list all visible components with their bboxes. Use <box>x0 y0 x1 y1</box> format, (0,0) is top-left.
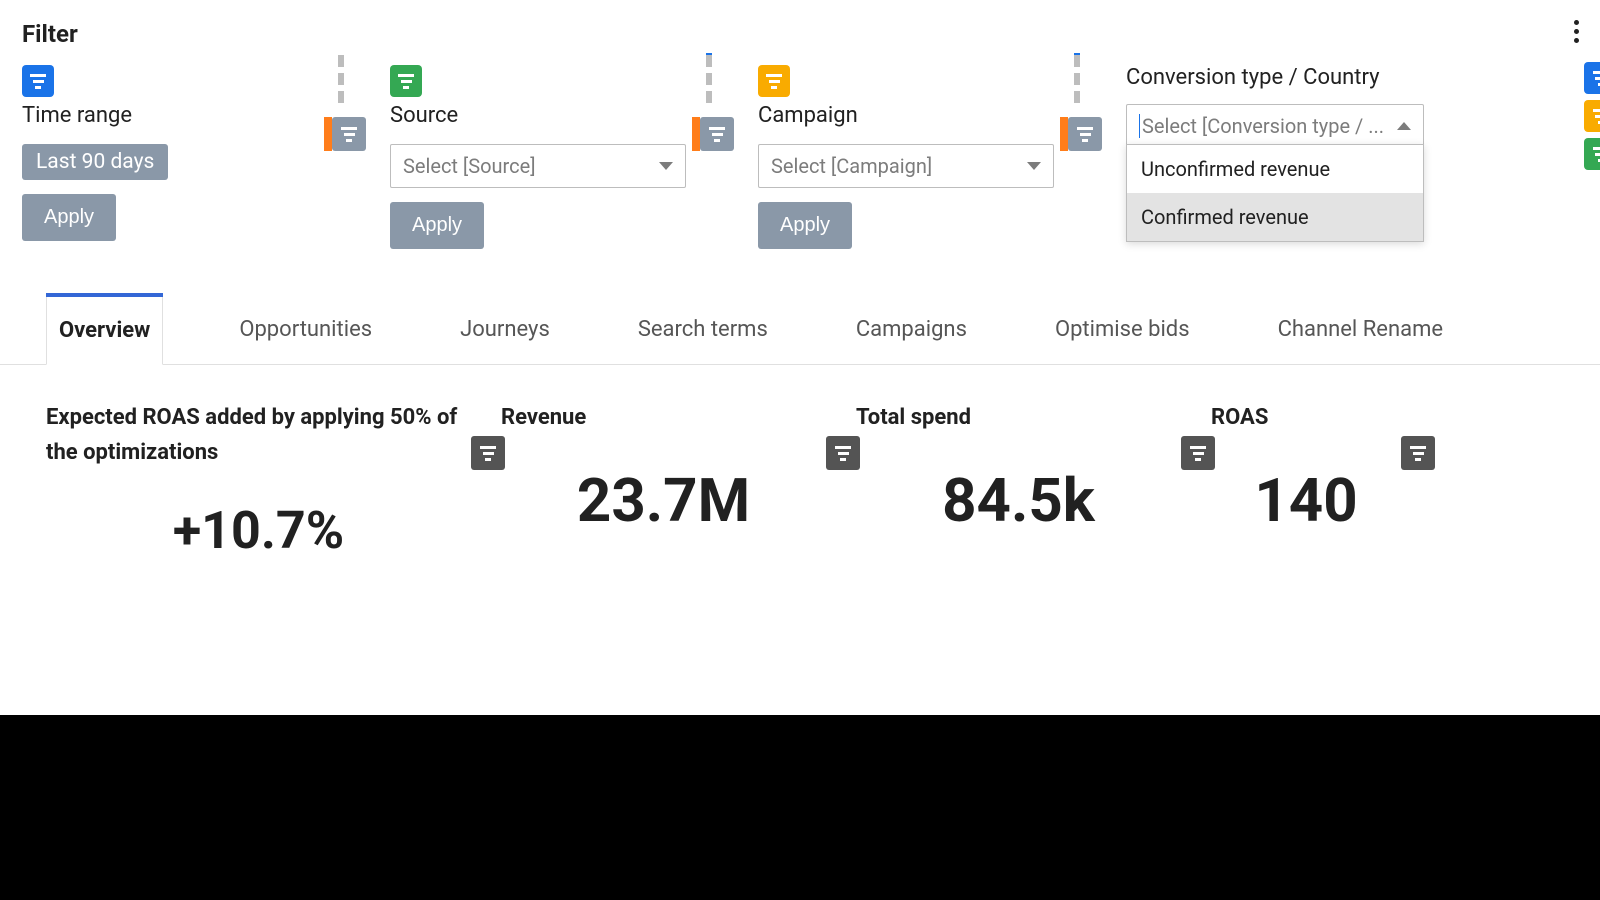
apply-button[interactable]: Apply <box>390 202 484 249</box>
kpi-total-spend: Total spend 84.5k <box>856 400 1211 561</box>
filter-time-range: Time range Last 90 days Apply <box>22 65 367 241</box>
kpi-title: ROAS <box>1211 400 1401 435</box>
tab-bar: Overview Opportunities Journeys Search t… <box>0 295 1600 365</box>
campaign-select[interactable]: Select [Campaign] <box>758 144 1054 188</box>
select-placeholder: Select [Campaign] <box>771 154 932 178</box>
tab-campaigns[interactable]: Campaigns <box>844 295 979 364</box>
page-title: Filter <box>22 20 78 48</box>
apply-button[interactable]: Apply <box>758 202 852 249</box>
bottom-band <box>0 715 1600 900</box>
kpi-revenue: Revenue 23.7M <box>501 400 856 561</box>
filter-divider <box>1060 55 1100 153</box>
edge-filter-badges <box>1584 62 1600 170</box>
filter-settings-icon[interactable] <box>700 117 734 151</box>
filter-settings-icon[interactable] <box>332 117 366 151</box>
filter-settings-icon[interactable] <box>1068 117 1102 151</box>
tab-overview[interactable]: Overview <box>46 295 163 365</box>
apply-button[interactable]: Apply <box>22 194 116 241</box>
conversion-dropdown: Unconfirmed revenue Confirmed revenue <box>1126 144 1424 242</box>
kpi-title: Total spend <box>856 400 1181 435</box>
filter-icon[interactable] <box>1584 138 1600 170</box>
kpi-value: +10.7% <box>46 500 471 561</box>
tab-channel-rename[interactable]: Channel Rename <box>1266 295 1455 364</box>
chevron-down-icon <box>1027 162 1041 170</box>
chevron-up-icon <box>1397 122 1411 130</box>
kpi-filter-icon[interactable] <box>1401 436 1435 470</box>
kpi-value: 84.5k <box>856 465 1181 536</box>
kpi-title: Expected ROAS added by applying 50% of t… <box>46 400 471 470</box>
filter-icon <box>22 65 54 97</box>
time-range-chip[interactable]: Last 90 days <box>22 144 168 180</box>
kpi-filter-icon[interactable] <box>1181 436 1215 470</box>
filter-icon <box>758 65 790 97</box>
filter-icon <box>390 65 422 97</box>
filter-divider <box>692 55 732 153</box>
chevron-down-icon <box>659 162 673 170</box>
dropdown-option[interactable]: Unconfirmed revenue <box>1127 145 1423 193</box>
filter-label: Source <box>390 103 735 128</box>
source-select[interactable]: Select [Source] <box>390 144 686 188</box>
filter-campaign: Campaign Select [Campaign] Apply <box>758 65 1103 249</box>
more-options-button[interactable] <box>1564 16 1588 46</box>
tab-optimise-bids[interactable]: Optimise bids <box>1043 295 1202 364</box>
filter-divider <box>324 55 364 153</box>
filter-label: Conversion type / Country <box>1126 65 1471 90</box>
tab-journeys[interactable]: Journeys <box>448 295 562 364</box>
filter-label: Campaign <box>758 103 1103 128</box>
kpi-value: 140 <box>1211 465 1401 536</box>
kpi-filter-icon[interactable] <box>471 436 505 470</box>
kpi-value: 23.7M <box>501 465 826 536</box>
kpi-row: Expected ROAS added by applying 50% of t… <box>46 400 1580 561</box>
filter-source: Source Select [Source] Apply <box>390 65 735 249</box>
tab-opportunities[interactable]: Opportunities <box>227 295 384 364</box>
filter-icon[interactable] <box>1584 100 1600 132</box>
filter-icon[interactable] <box>1584 62 1600 94</box>
select-placeholder: Select [Conversion type / ... <box>1139 114 1384 138</box>
kpi-expected-roas: Expected ROAS added by applying 50% of t… <box>46 400 501 561</box>
filter-label: Time range <box>22 103 367 128</box>
select-placeholder: Select [Source] <box>403 154 536 178</box>
conversion-select[interactable]: Select [Conversion type / ... <box>1126 104 1424 148</box>
dropdown-option[interactable]: Confirmed revenue <box>1127 193 1423 241</box>
kpi-title: Revenue <box>501 400 826 435</box>
kpi-roas: ROAS 140 <box>1211 400 1431 561</box>
kpi-filter-icon[interactable] <box>826 436 860 470</box>
tab-search-terms[interactable]: Search terms <box>626 295 780 364</box>
